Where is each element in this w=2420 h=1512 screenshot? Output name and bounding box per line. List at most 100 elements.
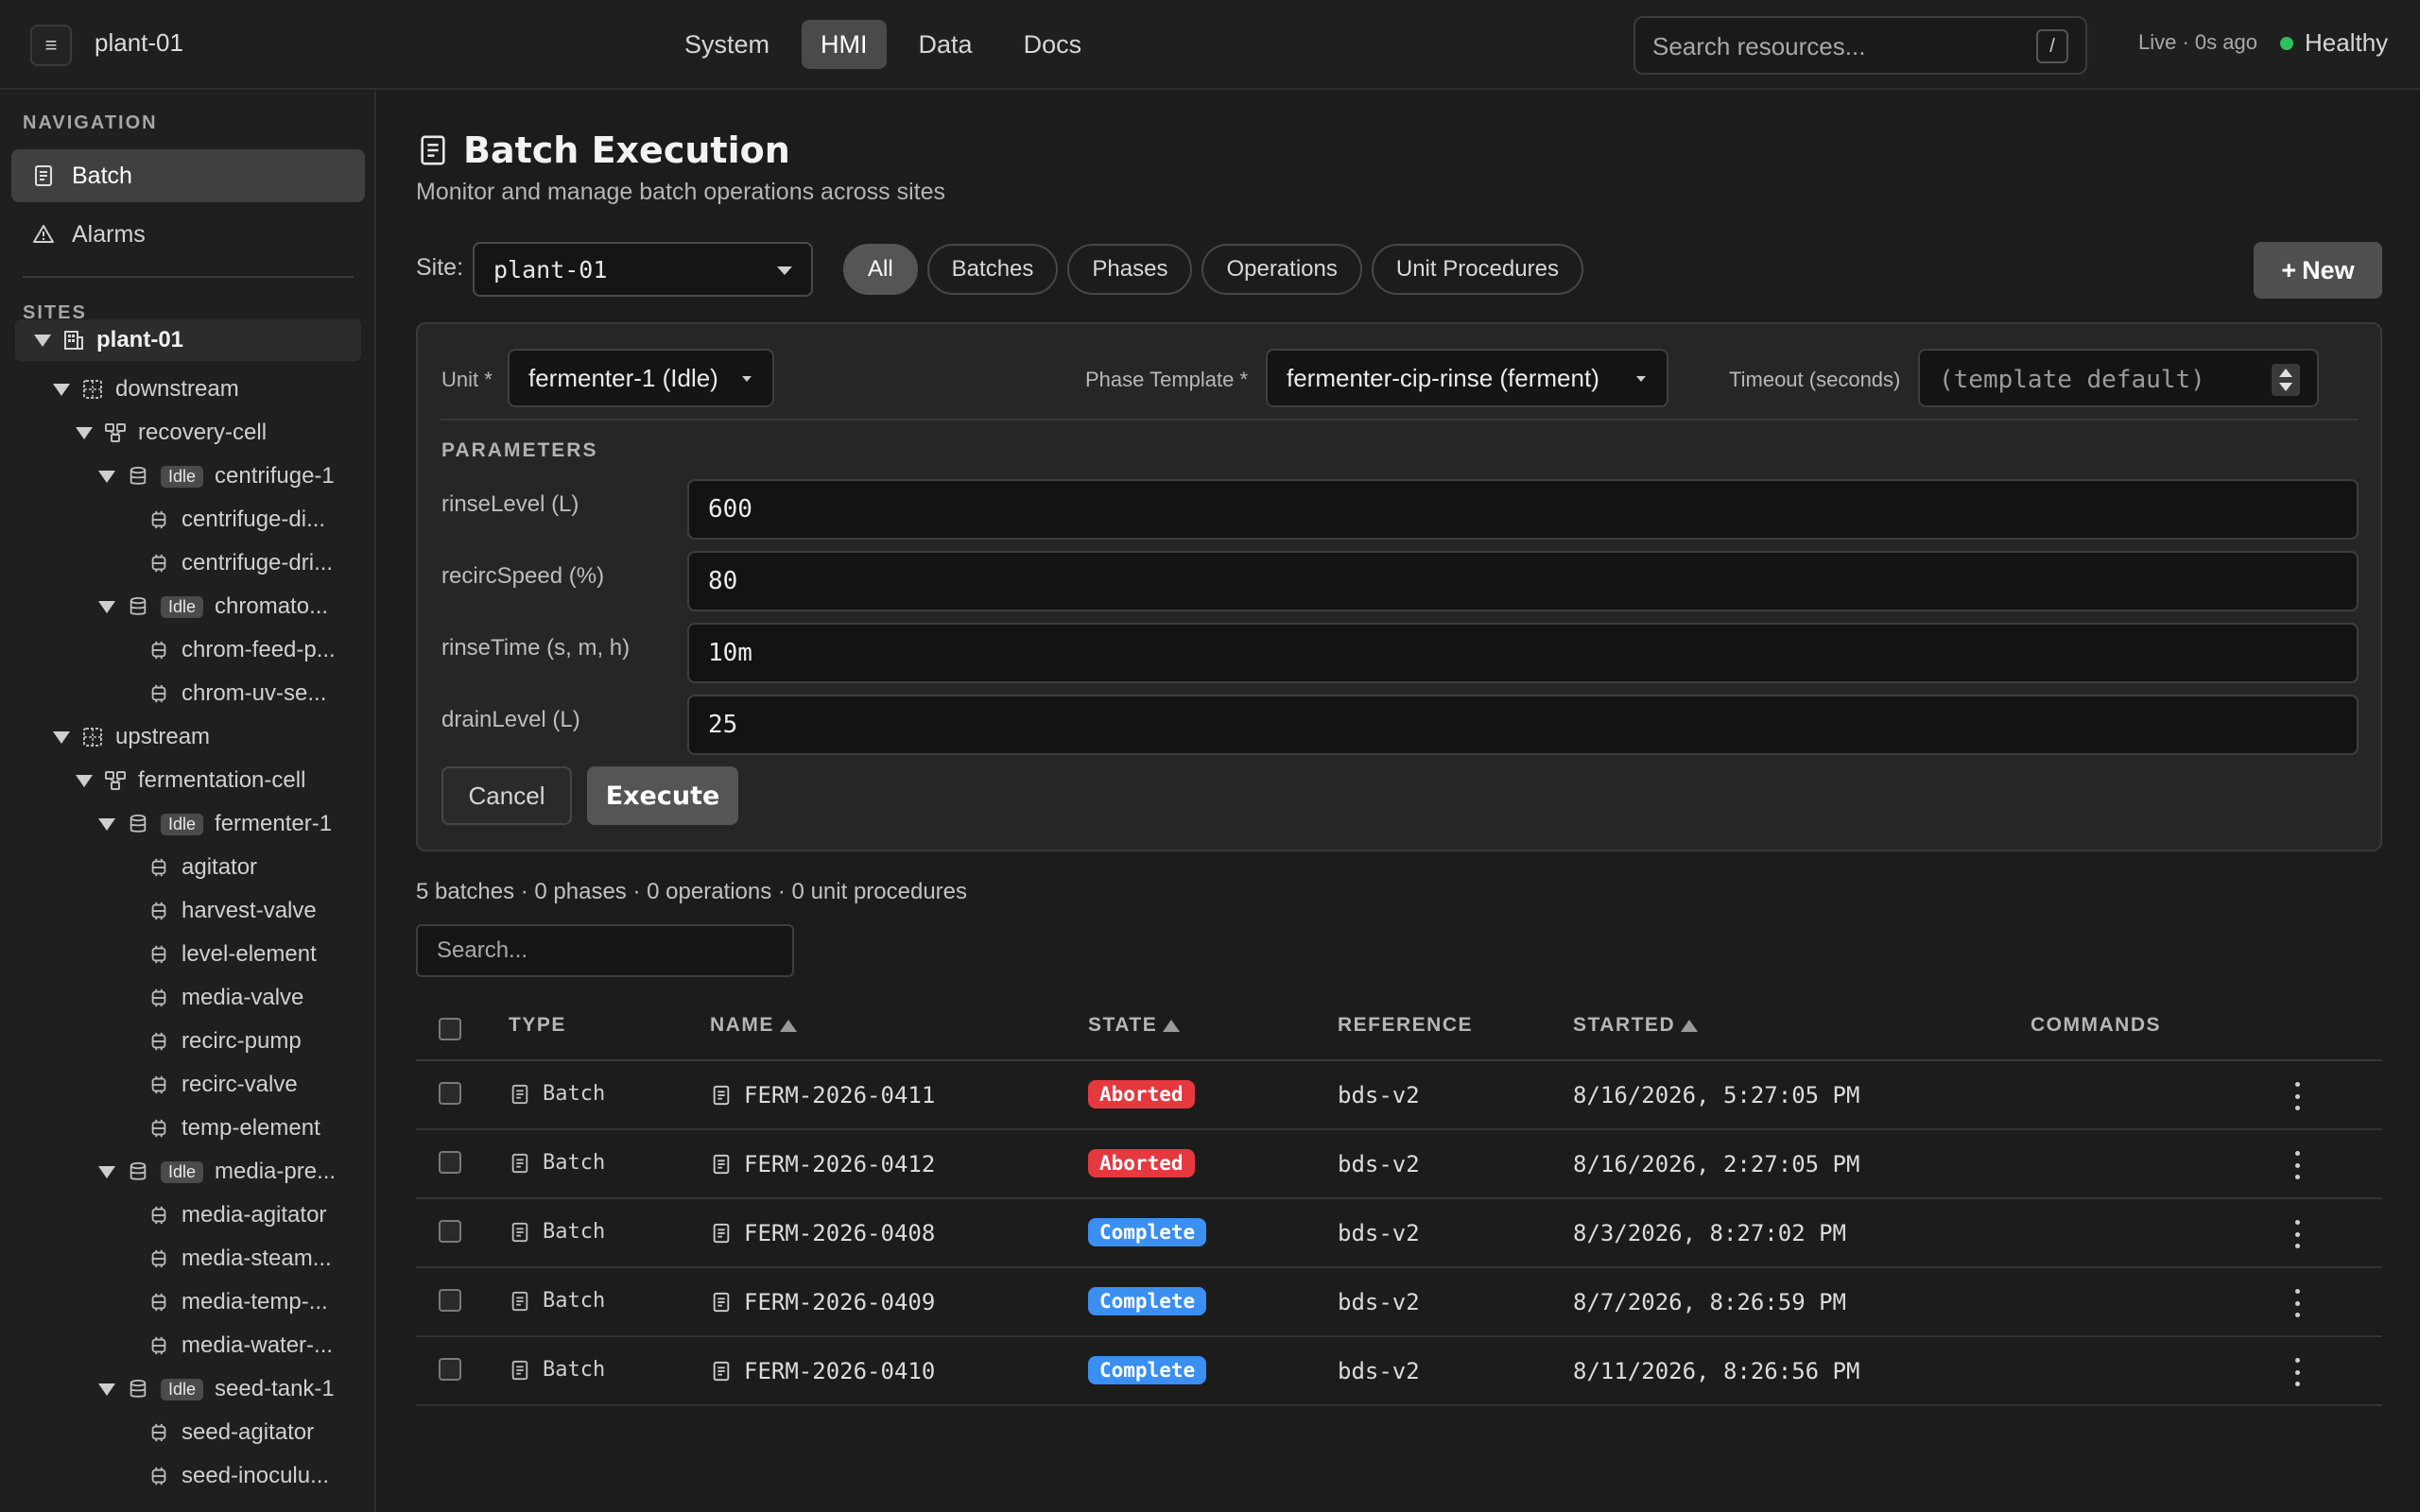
filter-phases[interactable]: Phases bbox=[1067, 244, 1193, 295]
tab-data[interactable]: Data bbox=[900, 20, 992, 69]
site-select[interactable]: plant-01 bbox=[473, 242, 813, 297]
more-vertical-icon[interactable] bbox=[2288, 1289, 2307, 1317]
param-label-drain-level: drainLevel (L) bbox=[441, 707, 580, 732]
filter-unit-procedures[interactable]: Unit Procedures bbox=[1371, 244, 1583, 295]
tree-item-unit[interactable]: Idle centrifuge-1 bbox=[98, 455, 335, 497]
timeout-input[interactable] bbox=[1939, 364, 2260, 396]
filter-batches[interactable]: Batches bbox=[926, 244, 1059, 295]
caret-down-icon[interactable] bbox=[34, 334, 51, 347]
tree-item-module[interactable]: recirc-pump bbox=[147, 1021, 302, 1062]
row-name[interactable]: FERM-2026-0408 bbox=[710, 1220, 935, 1246]
tree-item-label: media-agitator bbox=[182, 1202, 327, 1228]
tree-item-unit[interactable]: Idle fermenter-1 bbox=[98, 803, 332, 845]
row-name[interactable]: FERM-2026-0411 bbox=[710, 1082, 935, 1108]
row-checkbox[interactable] bbox=[439, 1289, 461, 1312]
caret-down-icon[interactable] bbox=[98, 600, 115, 613]
number-stepper[interactable] bbox=[2272, 364, 2300, 396]
tree-item-area[interactable]: upstream bbox=[53, 716, 210, 758]
tree-item-label: recirc-pump bbox=[182, 1028, 302, 1054]
row-type: Batch bbox=[509, 1289, 605, 1313]
sidebar-item-alarms[interactable]: Alarms bbox=[11, 208, 365, 261]
column-started[interactable]: STARTED bbox=[1573, 1014, 1699, 1037]
tree-item-module[interactable]: recirc-valve bbox=[147, 1064, 298, 1106]
row-name[interactable]: FERM-2026-0410 bbox=[710, 1358, 935, 1384]
caret-down-icon[interactable] bbox=[98, 470, 115, 483]
more-vertical-icon[interactable] bbox=[2288, 1151, 2307, 1179]
table-row[interactable]: Batch FERM-2026-0411 Aborted bds-v2 8/16/202… bbox=[416, 1061, 2382, 1130]
tree-item-module[interactable]: seed-inoculu... bbox=[147, 1455, 329, 1497]
param-input-recirc-speed[interactable] bbox=[687, 551, 2359, 611]
new-button-label: New bbox=[2302, 255, 2355, 284]
row-checkbox[interactable] bbox=[439, 1082, 461, 1105]
filter-all[interactable]: All bbox=[843, 244, 918, 295]
tree-item-module[interactable]: centrifuge-di... bbox=[147, 499, 325, 541]
tree-item-module[interactable]: chrom-feed-p... bbox=[147, 629, 336, 671]
caret-down-icon[interactable] bbox=[76, 774, 93, 787]
table-row[interactable]: Batch FERM-2026-0412 Aborted bds-v2 8/16/202… bbox=[416, 1130, 2382, 1199]
hamburger-icon: ≡ bbox=[44, 33, 58, 57]
select-all-checkbox[interactable] bbox=[439, 1018, 461, 1040]
more-vertical-icon[interactable] bbox=[2288, 1358, 2307, 1386]
tab-docs[interactable]: Docs bbox=[1005, 20, 1101, 69]
column-name[interactable]: NAME bbox=[710, 1014, 797, 1037]
tree-item-module[interactable]: temp-element bbox=[147, 1108, 320, 1149]
tab-hmi[interactable]: HMI bbox=[802, 20, 887, 69]
tab-system[interactable]: System bbox=[666, 20, 788, 69]
unit-label: Unit * bbox=[441, 368, 493, 391]
menu-button[interactable]: ≡ bbox=[30, 25, 72, 66]
tree-item-module[interactable]: media-agitator bbox=[147, 1194, 326, 1236]
caret-down-icon[interactable] bbox=[76, 426, 93, 439]
tree-item-module[interactable]: media-steam... bbox=[147, 1238, 332, 1280]
new-button[interactable]: + New bbox=[2254, 242, 2382, 299]
status-badge: Complete bbox=[1088, 1287, 1207, 1315]
tree-item-module[interactable]: media-water-... bbox=[147, 1325, 333, 1366]
row-checkbox[interactable] bbox=[439, 1151, 461, 1174]
tree-item-unit[interactable]: Idle media-pre... bbox=[98, 1151, 336, 1193]
table-row[interactable]: Batch FERM-2026-0408 Complete bds-v2 8/3/202… bbox=[416, 1199, 2382, 1268]
more-vertical-icon[interactable] bbox=[2288, 1220, 2307, 1248]
caret-down-icon[interactable] bbox=[53, 383, 70, 396]
param-input-drain-level[interactable] bbox=[687, 695, 2359, 755]
tree-item-module[interactable]: level-element bbox=[147, 934, 317, 975]
tree-item-unit[interactable]: Idle chromato... bbox=[98, 586, 328, 627]
caret-down-icon[interactable] bbox=[98, 1165, 115, 1178]
document-icon bbox=[710, 1153, 733, 1176]
tree-item-module[interactable]: harvest-valve bbox=[147, 890, 317, 932]
tree-item-module[interactable]: agitator bbox=[147, 847, 257, 888]
table-search-input[interactable] bbox=[416, 924, 794, 977]
row-name[interactable]: FERM-2026-0412 bbox=[710, 1151, 935, 1177]
column-state[interactable]: STATE bbox=[1088, 1014, 1181, 1037]
caret-down-icon[interactable] bbox=[98, 1383, 115, 1396]
module-icon bbox=[147, 508, 170, 531]
cancel-button[interactable]: Cancel bbox=[441, 766, 572, 825]
row-type: Batch bbox=[509, 1220, 605, 1244]
sidebar-item-batch[interactable]: Batch bbox=[11, 149, 365, 202]
param-input-rinse-time[interactable] bbox=[687, 623, 2359, 683]
table-row[interactable]: Batch FERM-2026-0410 Complete bds-v2 8/11/20… bbox=[416, 1337, 2382, 1406]
tree-item-unit[interactable]: Idle seed-tank-1 bbox=[98, 1368, 335, 1410]
execute-button[interactable]: Execute bbox=[587, 766, 738, 825]
caret-down-icon[interactable] bbox=[53, 730, 70, 744]
resource-search-input[interactable] bbox=[1652, 31, 2012, 61]
more-vertical-icon[interactable] bbox=[2288, 1082, 2307, 1110]
cell-icon bbox=[104, 421, 127, 444]
caret-down-icon[interactable] bbox=[98, 817, 115, 831]
tree-item-area[interactable]: downstream bbox=[53, 369, 239, 410]
tree-item-module[interactable]: seed-agitator bbox=[147, 1412, 314, 1453]
row-checkbox[interactable] bbox=[439, 1220, 461, 1243]
phase-template-select[interactable]: fermenter-cip-rinse (ferment) bbox=[1266, 349, 1668, 407]
tree-item-module[interactable]: chrom-uv-se... bbox=[147, 673, 326, 714]
unit-select[interactable]: fermenter-1 (Idle) bbox=[508, 349, 774, 407]
row-name[interactable]: FERM-2026-0409 bbox=[710, 1289, 935, 1315]
tree-item-module[interactable]: media-temp-... bbox=[147, 1281, 328, 1323]
sidebar-item-label: Alarms bbox=[72, 220, 146, 248]
tree-item-module[interactable]: centrifuge-dri... bbox=[147, 542, 333, 584]
tree-item-cell[interactable]: fermentation-cell bbox=[76, 760, 305, 801]
row-checkbox[interactable] bbox=[439, 1358, 461, 1381]
param-input-rinse-level[interactable] bbox=[687, 479, 2359, 540]
table-row[interactable]: Batch FERM-2026-0409 Complete bds-v2 8/7/202… bbox=[416, 1268, 2382, 1337]
tree-item-module[interactable]: media-valve bbox=[147, 977, 303, 1019]
filter-operations[interactable]: Operations bbox=[1201, 244, 1362, 295]
tree-item-site[interactable]: plant-01 bbox=[15, 319, 361, 361]
tree-item-cell[interactable]: recovery-cell bbox=[76, 412, 267, 454]
